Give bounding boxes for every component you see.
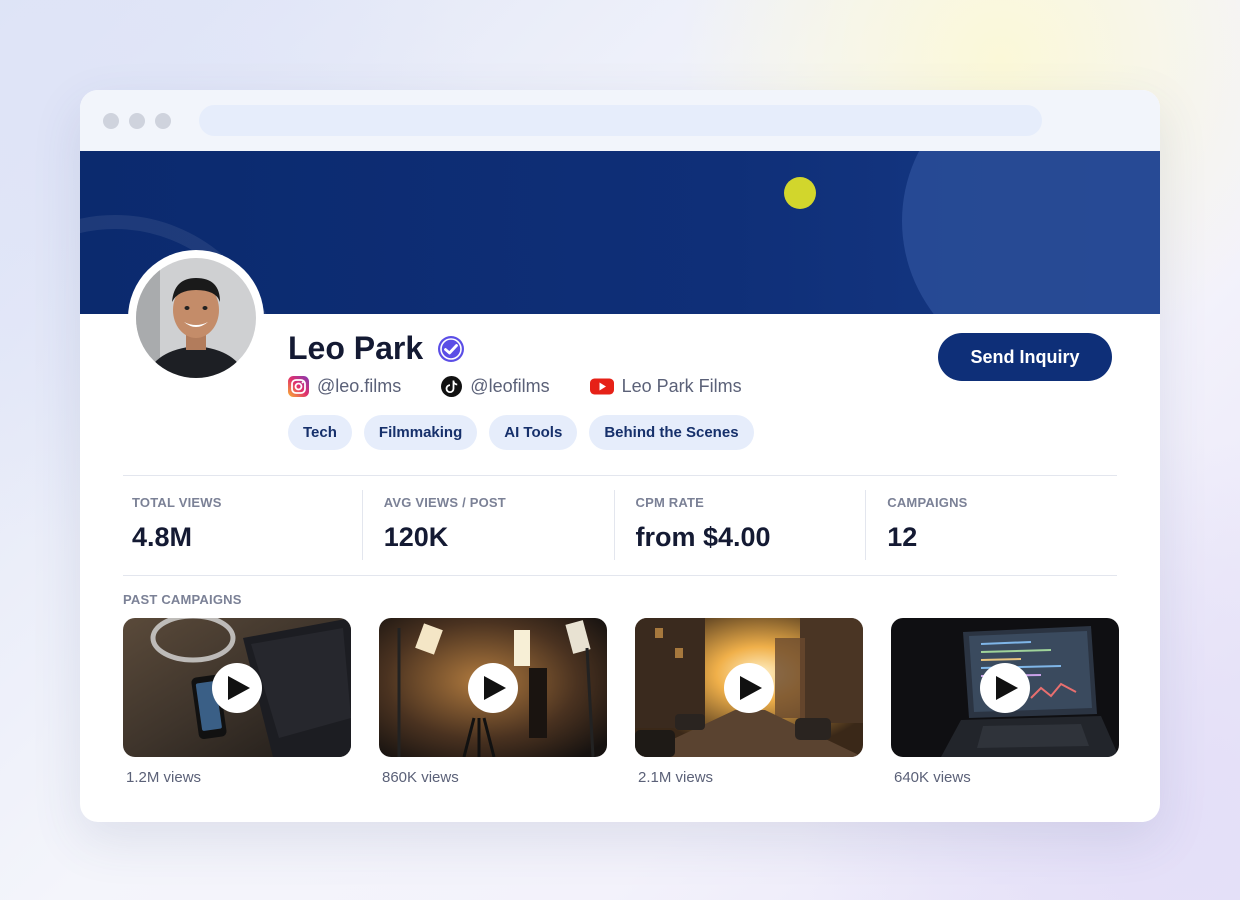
window-dot-maximize[interactable] bbox=[155, 113, 171, 129]
banner-dot-decoration bbox=[784, 177, 816, 209]
past-campaigns-heading: PAST CAMPAIGNS bbox=[123, 592, 242, 607]
play-icon bbox=[740, 676, 762, 700]
stat-campaigns: CAMPAIGNS 12 bbox=[865, 490, 1117, 560]
campaign-thumbnail[interactable] bbox=[635, 618, 863, 757]
verified-check-icon bbox=[438, 335, 465, 362]
social-handles: @leo.films @leofilms Leo Park Films bbox=[288, 376, 782, 397]
campaign-thumbnail[interactable] bbox=[891, 618, 1119, 757]
tag-filmmaking[interactable]: Filmmaking bbox=[363, 415, 478, 450]
browser-titlebar bbox=[80, 90, 1160, 151]
play-button[interactable] bbox=[980, 663, 1030, 713]
campaign-card[interactable]: 2.1M views bbox=[635, 618, 863, 786]
play-button[interactable] bbox=[212, 663, 262, 713]
stats-row: TOTAL VIEWS 4.8M AVG VIEWS / POST 120K C… bbox=[123, 490, 1117, 560]
campaign-views: 2.1M views bbox=[638, 769, 714, 786]
stat-total-views: TOTAL VIEWS 4.8M bbox=[123, 490, 362, 560]
stat-label: CAMPAIGNS bbox=[887, 495, 968, 510]
youtube-channel: Leo Park Films bbox=[621, 376, 742, 396]
play-icon bbox=[484, 676, 506, 700]
stat-value: from $4.00 bbox=[635, 522, 771, 552]
campaign-views: 1.2M views bbox=[126, 769, 202, 786]
browser-window: Leo Park @leo.films @leofilms Leo Park F… bbox=[80, 90, 1160, 822]
avatar-photo bbox=[136, 258, 256, 378]
stats-divider-top bbox=[123, 475, 1117, 476]
tag-ai-tools[interactable]: AI Tools bbox=[489, 415, 578, 450]
avatar[interactable] bbox=[128, 250, 264, 386]
youtube-icon bbox=[589, 378, 614, 395]
campaign-card[interactable]: 1.2M views bbox=[123, 618, 351, 786]
campaign-card[interactable]: 860K views bbox=[379, 618, 607, 786]
tag-tech[interactable]: Tech bbox=[288, 415, 352, 450]
social-link-tiktok[interactable]: @leofilms bbox=[441, 376, 550, 397]
stat-value: 120K bbox=[383, 522, 449, 552]
campaign-thumbnail[interactable] bbox=[123, 618, 351, 757]
send-inquiry-button[interactable]: Send Inquiry bbox=[938, 333, 1112, 381]
stat-label: CPM RATE bbox=[635, 495, 705, 510]
play-icon bbox=[996, 676, 1018, 700]
stat-label: TOTAL VIEWS bbox=[132, 495, 222, 510]
campaign-thumbnail[interactable] bbox=[379, 618, 607, 757]
window-dot-minimize[interactable] bbox=[129, 113, 145, 129]
address-bar[interactable] bbox=[199, 105, 1042, 136]
play-icon bbox=[228, 676, 250, 700]
play-button[interactable] bbox=[468, 663, 518, 713]
tiktok-icon bbox=[441, 376, 463, 397]
banner-circle-decoration bbox=[902, 151, 1160, 314]
play-button[interactable] bbox=[724, 663, 774, 713]
stat-cpm-rate: CPM RATE from $4.00 bbox=[613, 490, 866, 560]
stat-value: 4.8M bbox=[132, 522, 193, 552]
campaign-card[interactable]: 640K views bbox=[891, 618, 1119, 786]
instagram-handle: @leo.films bbox=[317, 376, 402, 396]
tag-behind-the-scenes[interactable]: Behind the Scenes bbox=[589, 415, 754, 450]
campaign-views: 860K views bbox=[382, 769, 459, 786]
instagram-icon bbox=[288, 376, 309, 397]
past-campaigns-grid: 1.2M views 860K views 2.1M views 640K vi… bbox=[123, 618, 1119, 786]
stat-value: 12 bbox=[887, 522, 918, 552]
profile-name: Leo Park bbox=[288, 330, 424, 366]
window-dot-close[interactable] bbox=[103, 113, 119, 129]
tiktok-handle: @leofilms bbox=[470, 376, 550, 396]
social-link-youtube[interactable]: Leo Park Films bbox=[589, 376, 742, 397]
stats-divider-bottom bbox=[123, 575, 1117, 576]
stat-label: AVG VIEWS / POST bbox=[383, 495, 506, 510]
campaign-views: 640K views bbox=[894, 769, 971, 786]
social-link-instagram[interactable]: @leo.films bbox=[288, 376, 401, 397]
stat-avg-views: AVG VIEWS / POST 120K bbox=[361, 490, 614, 560]
profile-name-row: Leo Park bbox=[288, 330, 465, 367]
category-tags: Tech Filmmaking AI Tools Behind the Scen… bbox=[288, 415, 754, 450]
